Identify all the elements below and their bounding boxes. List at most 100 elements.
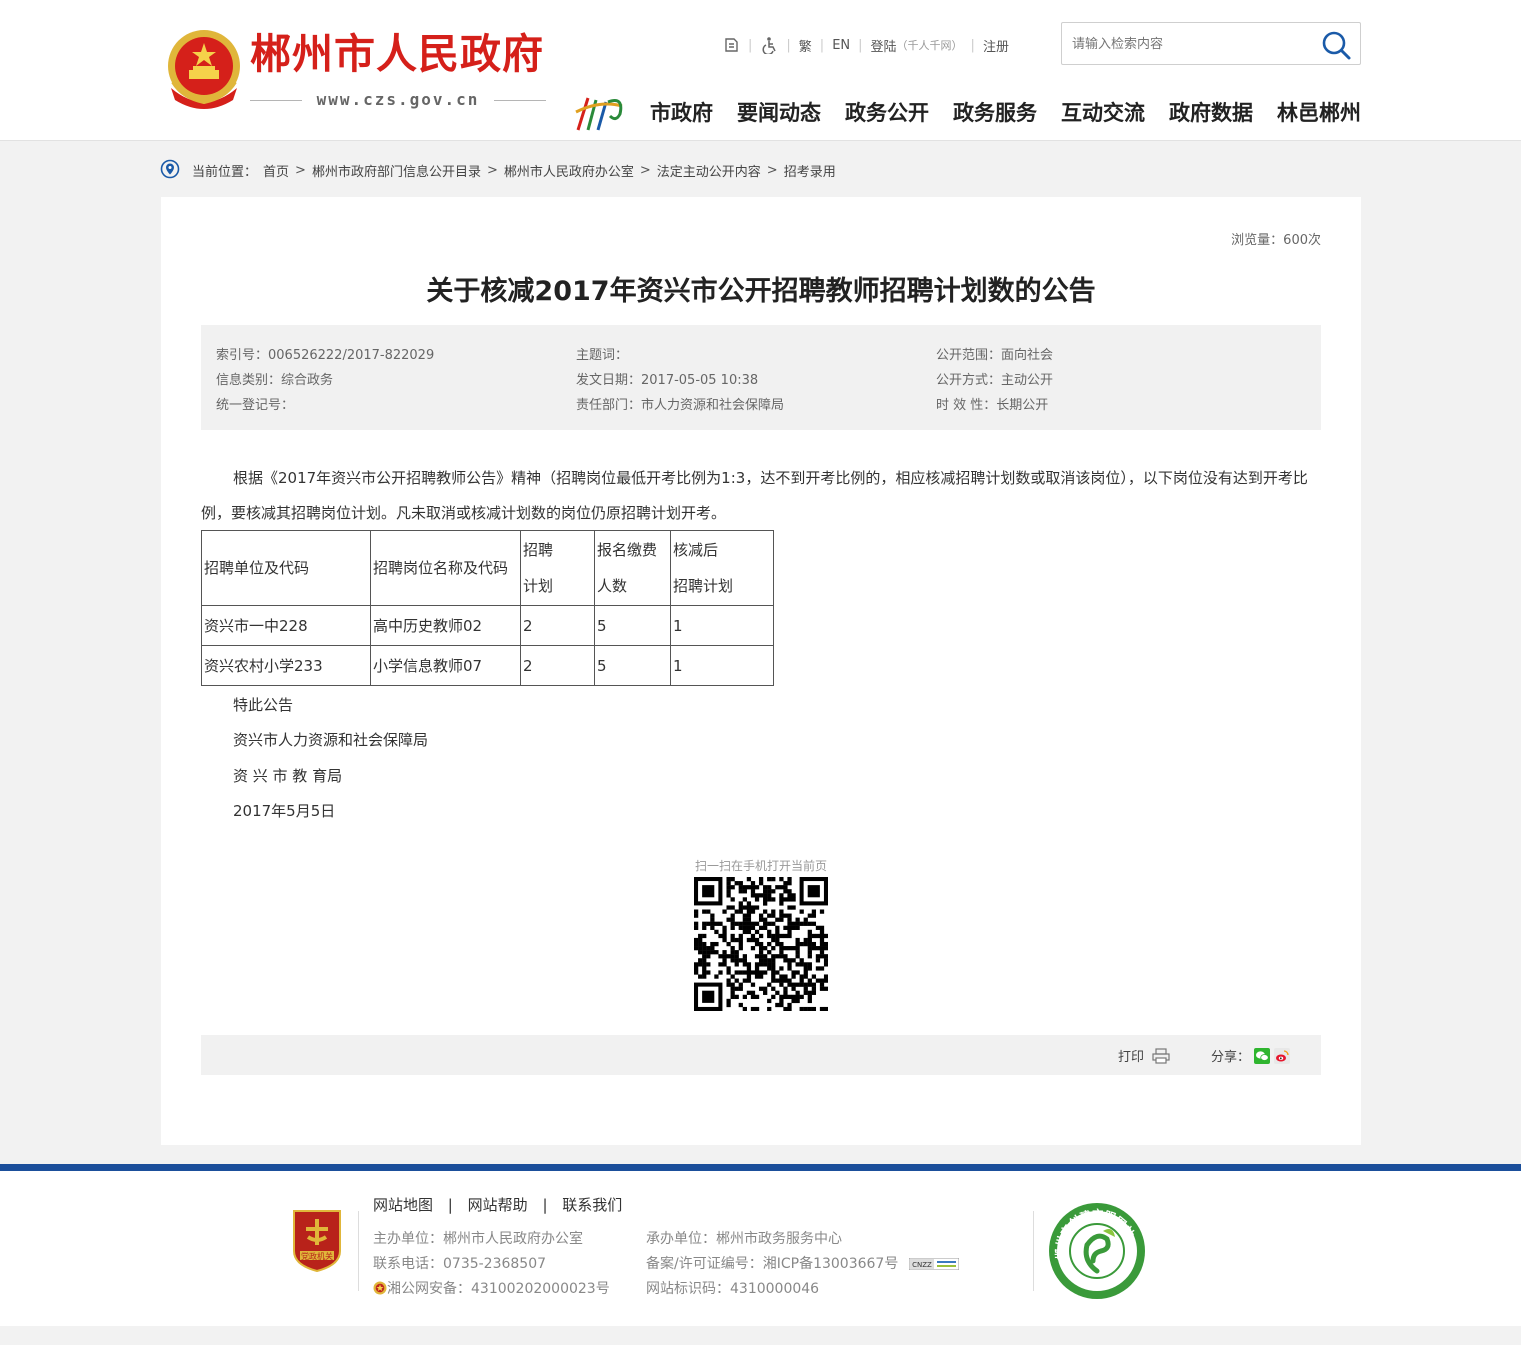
qr-module	[803, 962, 808, 967]
qr-module	[783, 897, 788, 902]
qr-module	[787, 889, 792, 894]
qr-module	[807, 921, 812, 926]
qr-module	[698, 941, 703, 947]
table-cell: 1	[670, 605, 774, 646]
qr-module	[730, 897, 735, 902]
qr-module	[722, 962, 727, 967]
footer-link-sitemap[interactable]: 网站地图	[373, 1196, 433, 1214]
qr-module	[807, 978, 812, 983]
qr-module	[771, 921, 776, 926]
traditional-chinese-link[interactable]: 繁	[799, 36, 812, 55]
qr-module	[767, 998, 772, 1004]
icp-record[interactable]: 备案/许可证编号：湘ICP备13003667号 CNZZ	[646, 1253, 959, 1273]
english-link[interactable]: EN	[832, 38, 850, 53]
footer-link-contact[interactable]: 联系我们	[562, 1196, 622, 1214]
qr-module	[758, 941, 764, 947]
qr-module	[791, 946, 796, 951]
qr-module	[706, 962, 711, 967]
party-government-badge-icon[interactable]: 党政机关	[290, 1209, 344, 1273]
nav-item-interaction[interactable]: 互动交流	[1061, 97, 1145, 127]
qr-module	[775, 990, 780, 995]
police-record[interactable]: 湘公网安备：43100202000023号	[373, 1278, 610, 1298]
search-input[interactable]	[1072, 33, 1312, 55]
qr-module	[706, 970, 711, 975]
qr-module	[706, 950, 711, 955]
qr-module	[750, 1006, 756, 1011]
qr-module	[787, 962, 792, 967]
qr-module	[799, 982, 804, 987]
qr-module	[803, 990, 808, 995]
url-divider-right	[494, 100, 546, 101]
qr-module	[702, 909, 707, 914]
register-link[interactable]: 注册	[983, 36, 1009, 55]
qr-module	[815, 978, 821, 983]
qr-module	[771, 994, 776, 1000]
accessibility-icon[interactable]	[760, 36, 778, 54]
breadcrumb-item-statutory[interactable]: 法定主动公开内容	[657, 161, 761, 180]
wechat-icon[interactable]	[1254, 1047, 1271, 1064]
qr-module	[795, 941, 800, 947]
qr-module	[767, 962, 772, 967]
qr-module	[771, 978, 776, 983]
host-unit: 主办单位：郴州市人民政府办公室	[373, 1231, 583, 1247]
qr-module	[779, 998, 784, 1004]
qr-module	[783, 958, 788, 963]
breadcrumb-item-home[interactable]: 首页	[263, 161, 289, 180]
qr-module	[742, 921, 747, 926]
weibo-icon[interactable]	[1274, 1047, 1291, 1064]
qr-module	[750, 881, 756, 886]
qr-module	[779, 946, 784, 951]
nav-item-city-government[interactable]: 市政府	[650, 97, 713, 127]
care-mode-icon[interactable]	[722, 36, 740, 54]
qr-module	[718, 962, 723, 967]
breadcrumb-item-directory[interactable]: 郴州市政府部门信息公开目录	[312, 161, 481, 180]
qr-module	[742, 954, 747, 959]
qr-module	[775, 917, 780, 922]
qr-module	[807, 933, 812, 939]
cnzz-icon[interactable]: CNZZ	[908, 1258, 959, 1270]
civilized-website-seal-icon[interactable]: 郴州市创建文明网站	[1047, 1201, 1147, 1301]
site-footer: 党政机关 网站地图 | 网站帮助 | 联系我们 主办单位：郴州市人民政府办公室 …	[0, 1171, 1521, 1326]
qr-module	[734, 954, 739, 959]
footer-divider	[1033, 1211, 1034, 1291]
print-button[interactable]: 打印	[1118, 1046, 1170, 1065]
qr-module	[771, 933, 776, 939]
footer-divider	[358, 1211, 359, 1291]
qr-module	[771, 954, 776, 959]
top-links: | | 繁 | EN | 登陆 （千人千网） | 注册	[722, 34, 1009, 56]
qr-module	[694, 925, 699, 930]
nav-item-linyi-chenzhou[interactable]: 林邑郴州	[1277, 97, 1361, 127]
top-link-separator: |	[786, 37, 791, 53]
qr-module	[734, 986, 739, 991]
nav-item-government-data[interactable]: 政府数据	[1169, 97, 1253, 127]
nav-item-open-government[interactable]: 政务公开	[845, 97, 929, 127]
qr-module	[779, 974, 784, 979]
qr-module	[787, 958, 792, 963]
nav-item-news[interactable]: 要闻动态	[737, 97, 821, 127]
qr-module	[819, 978, 825, 983]
login-link[interactable]: 登陆	[871, 36, 897, 55]
footer-link-help[interactable]: 网站帮助	[468, 1196, 528, 1214]
qr-module	[702, 950, 707, 955]
qr-module	[787, 877, 792, 882]
qr-module	[738, 909, 743, 914]
site-name[interactable]: 郴州市人民政府	[250, 34, 544, 75]
qr-module	[779, 909, 784, 914]
nav-item-government-services[interactable]: 政务服务	[953, 97, 1037, 127]
qr-module	[775, 929, 780, 935]
qr-module	[694, 937, 699, 943]
qr-module	[710, 946, 715, 951]
qr-module	[734, 958, 739, 963]
qr-module	[811, 974, 817, 979]
qr-module	[758, 877, 764, 882]
qr-module	[823, 946, 828, 951]
search-icon[interactable]	[1320, 29, 1352, 61]
qr-module	[799, 921, 804, 926]
table-cell: 2	[520, 645, 595, 686]
qr-module	[722, 909, 727, 914]
qr-module	[702, 941, 707, 947]
breadcrumb-item-recruitment[interactable]: 招考录用	[784, 161, 836, 180]
breadcrumb-item-office[interactable]: 郴州市人民政府办公室	[504, 161, 634, 180]
validity: 时 效 性：长期公开	[936, 398, 1049, 413]
qr-module	[746, 905, 752, 910]
